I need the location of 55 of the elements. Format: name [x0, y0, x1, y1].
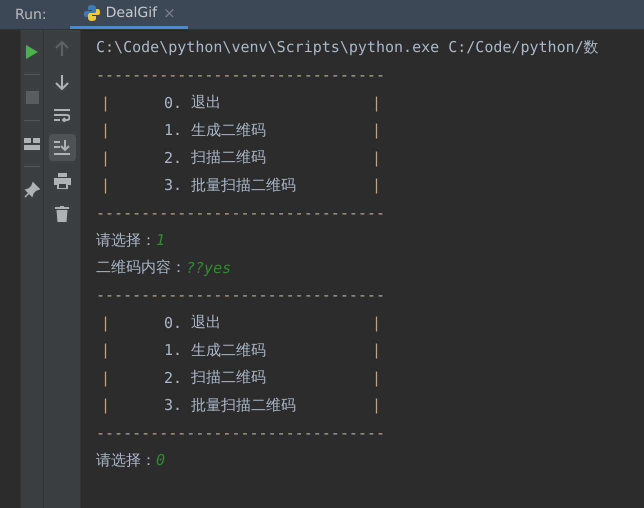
soft-wrap-icon[interactable]: [54, 108, 70, 122]
menu-border: |: [372, 396, 381, 414]
input-text: ??yes: [186, 258, 232, 277]
toggle-button[interactable]: [48, 134, 76, 161]
run-icon[interactable]: [25, 44, 39, 60]
menu-number: 3.: [164, 176, 182, 194]
menu-border: |: [372, 121, 381, 140]
menu-number: 0.: [164, 314, 182, 332]
prompt-label: 二维码内容：: [96, 258, 186, 278]
run-tab[interactable]: DealGif ×: [70, 0, 188, 29]
scroll-to-end-icon[interactable]: [54, 140, 70, 155]
print-icon[interactable]: [54, 172, 70, 188]
prompt-label: 请选择：: [96, 450, 156, 470]
menu-border: |: [372, 341, 381, 360]
trash-icon[interactable]: [55, 206, 69, 222]
separator-line: --------------------------------: [96, 424, 385, 442]
menu-border: |: [372, 368, 381, 387]
input-text: 0: [156, 451, 166, 470]
menu-border: |: [101, 176, 110, 194]
menu-label: 退出: [191, 93, 222, 112]
menu-label: 退出: [191, 313, 222, 332]
prompt-label: 请选择：: [96, 230, 156, 250]
menu-number: 2.: [164, 148, 182, 167]
menu-border: |: [101, 341, 110, 360]
menu-number: 0.: [164, 94, 182, 112]
menu-number: 3.: [164, 396, 182, 414]
menu-border: |: [372, 176, 381, 194]
menu-label: 批量扫描二维码: [191, 396, 296, 415]
menu-border: |: [101, 368, 110, 387]
separator-line: --------------------------------: [96, 204, 385, 222]
down-arrow-icon[interactable]: [55, 74, 69, 90]
menu-label: 生成二维码: [191, 340, 266, 360]
separator-line: --------------------------------: [96, 286, 385, 304]
menu-border: |: [372, 314, 381, 332]
menu-number: 1.: [164, 121, 182, 140]
menu-border: |: [101, 396, 110, 414]
menu-label: 生成二维码: [191, 120, 266, 140]
menu-border: |: [101, 121, 110, 140]
run-label: Run:: [15, 6, 47, 22]
menu-label: 扫描二维码: [191, 148, 266, 168]
pin-icon[interactable]: [24, 182, 40, 198]
menu-number: 2.: [164, 368, 182, 387]
separator-line: --------------------------------: [96, 66, 385, 84]
menu-border: |: [372, 148, 381, 167]
command-line: C:\Code\python\venv\Scripts\python.exe C:/Code/python/数: [96, 38, 599, 58]
menu-label: 扫描二维码: [191, 368, 266, 388]
menu-border: |: [101, 148, 110, 167]
menu-border: |: [101, 314, 110, 332]
python-logo-icon: [84, 5, 100, 21]
menu-border: |: [101, 94, 110, 112]
input-text: 1: [156, 231, 166, 250]
menu-number: 1.: [164, 341, 182, 360]
menu-label: 批量扫描二维码: [191, 176, 296, 195]
menu-border: |: [372, 94, 381, 112]
layout-icon[interactable]: [24, 138, 40, 150]
